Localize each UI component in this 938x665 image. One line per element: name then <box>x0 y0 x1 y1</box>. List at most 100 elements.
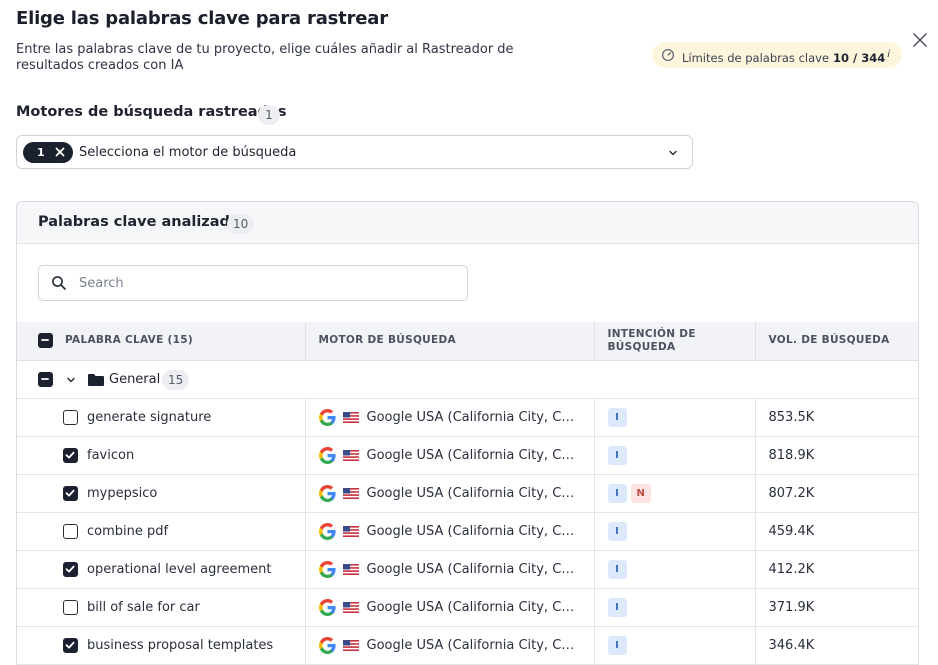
row-checkbox[interactable] <box>63 447 78 463</box>
us-flag-icon <box>342 411 359 423</box>
volume-cell: 346.4K <box>755 626 918 665</box>
header-keyword-label: PALABRA CLAVE (15) <box>65 334 193 347</box>
intent-cell: I <box>594 588 756 627</box>
intent-badge: N <box>630 483 651 503</box>
search-box[interactable] <box>38 265 468 301</box>
keywords-table: PALABRA CLAVE (15) MOTOR DE BÚSQUEDA INT… <box>17 322 918 665</box>
table-row[interactable]: business proposal templates Google USA (C… <box>17 626 918 665</box>
intent-cell: I <box>594 550 756 589</box>
keyword-cell: operational level agreement <box>17 550 306 589</box>
keyword-text: generate signature <box>87 409 212 425</box>
engine-cell: Google USA (California City, California,… <box>305 588 595 627</box>
us-flag-icon <box>342 525 359 537</box>
volume-cell: 371.9K <box>755 588 918 627</box>
us-flag-icon <box>342 449 359 461</box>
gauge-icon <box>661 48 675 62</box>
row-checkbox[interactable] <box>63 637 78 653</box>
google-icon <box>318 560 336 578</box>
engine-text: Google USA (California City, California,… <box>366 561 579 577</box>
table-row[interactable]: generate signature Google USA (California… <box>17 398 918 437</box>
keyword-rows: generate signature Google USA (California… <box>17 398 918 665</box>
chevron-down-icon <box>669 150 677 156</box>
close-icon[interactable] <box>910 30 930 50</box>
row-checkbox[interactable] <box>63 599 78 615</box>
header-keyword[interactable]: PALABRA CLAVE (15) <box>17 322 306 361</box>
intent-cell: I <box>594 436 756 475</box>
panel-header: Palabras clave analizadas 10 <box>17 202 918 244</box>
group-cell: General 15 <box>17 360 918 399</box>
header-volume[interactable]: VOL. DE BÚSQUEDA <box>755 322 918 361</box>
us-flag-icon <box>342 639 359 651</box>
us-flag-icon <box>342 601 359 613</box>
engine-cell: Google USA (California City, California,… <box>305 474 595 513</box>
keyword-limits-badge: Límites de palabras clave 10 / 344 i <box>652 42 903 68</box>
engine-text: Google USA (California City, California,… <box>366 447 579 463</box>
clear-selection-icon[interactable] <box>53 145 67 159</box>
volume-cell: 853.5K <box>755 398 918 437</box>
row-checkbox[interactable] <box>63 485 78 501</box>
keyword-text: favicon <box>87 447 135 463</box>
google-icon <box>318 636 336 654</box>
row-checkbox[interactable] <box>63 523 78 539</box>
volume-cell: 818.9K <box>755 436 918 475</box>
engine-text: Google USA (California City, California,… <box>366 485 579 501</box>
engines-label: Motores de búsqueda rastreados <box>16 104 287 120</box>
table-header-row: PALABRA CLAVE (15) MOTOR DE BÚSQUEDA INT… <box>17 322 918 361</box>
engine-cell: Google USA (California City, California,… <box>305 512 595 551</box>
search-engine-select[interactable]: 1 Selecciona el motor de búsqueda <box>16 135 693 169</box>
info-icon[interactable]: i <box>887 49 890 60</box>
keyword-cell: bill of sale for car <box>17 588 306 627</box>
engine-text: Google USA (California City, California,… <box>366 409 579 425</box>
table-row[interactable]: bill of sale for car Google USA (Californ… <box>17 588 918 627</box>
table-row[interactable]: mypepsico Google USA (California City, Ca… <box>17 474 918 513</box>
keyword-text: operational level agreement <box>87 561 272 577</box>
group-row[interactable]: General 15 <box>17 360 918 399</box>
row-checkbox[interactable] <box>63 561 78 577</box>
limits-value: 10 / 344 <box>833 50 886 65</box>
engine-text: Google USA (California City, California,… <box>366 599 579 615</box>
engine-cell: Google USA (California City, California,… <box>305 550 595 589</box>
intent-cell: I <box>594 626 756 665</box>
google-icon <box>318 408 336 426</box>
folder-icon <box>88 373 104 386</box>
keyword-cell: business proposal templates <box>17 626 306 665</box>
group-name: General <box>109 371 161 387</box>
search-input[interactable] <box>79 273 459 293</box>
table-row[interactable]: favicon Google USA (California City, Cali… <box>17 436 918 475</box>
volume-cell: 807.2K <box>755 474 918 513</box>
panel-count-badge: 10 <box>227 214 255 234</box>
google-icon <box>318 446 336 464</box>
keyword-cell: favicon <box>17 436 306 475</box>
header-intent[interactable]: INTENCIÓN DE BÚSQUEDA <box>594 322 756 361</box>
row-checkbox[interactable] <box>63 409 78 425</box>
limits-label: Límites de palabras clave <box>682 50 830 65</box>
keyword-cell: generate signature <box>17 398 306 437</box>
keyword-text: mypepsico <box>87 485 158 501</box>
us-flag-icon <box>342 487 359 499</box>
dialog-title: Elige las palabras clave para rastrear <box>16 8 388 29</box>
dialog-subtitle: Entre las palabras clave de tu proyecto,… <box>16 42 514 73</box>
selected-engines-chip: 1 <box>23 142 73 163</box>
select-all-checkbox[interactable] <box>38 333 53 348</box>
intent-badge: I <box>607 559 627 579</box>
intent-badge: I <box>607 521 627 541</box>
intent-cell: I <box>594 398 756 437</box>
engine-text: Google USA (California City, California,… <box>366 637 579 653</box>
panel-title: Palabras clave analizadas <box>38 214 249 230</box>
header-engine[interactable]: MOTOR DE BÚSQUEDA <box>305 322 595 361</box>
engine-cell: Google USA (California City, California,… <box>305 626 595 665</box>
google-icon <box>318 598 336 616</box>
google-icon <box>318 522 336 540</box>
engine-text: Google USA (California City, California,… <box>366 523 579 539</box>
keyword-text: combine pdf <box>87 523 169 539</box>
table-row[interactable]: operational level agreement Google USA (C… <box>17 550 918 589</box>
table-row[interactable]: combine pdf Google USA (California City, … <box>17 512 918 551</box>
group-checkbox[interactable] <box>38 371 53 387</box>
intent-badge: I <box>607 635 627 655</box>
keyword-cell: combine pdf <box>17 512 306 551</box>
google-icon <box>318 484 336 502</box>
group-count-badge: 15 <box>162 369 190 390</box>
keywords-panel: Palabras clave analizadas 10 PALABRA CLA… <box>16 201 919 665</box>
chevron-down-icon[interactable] <box>65 374 77 386</box>
keyword-text: bill of sale for car <box>87 599 200 615</box>
